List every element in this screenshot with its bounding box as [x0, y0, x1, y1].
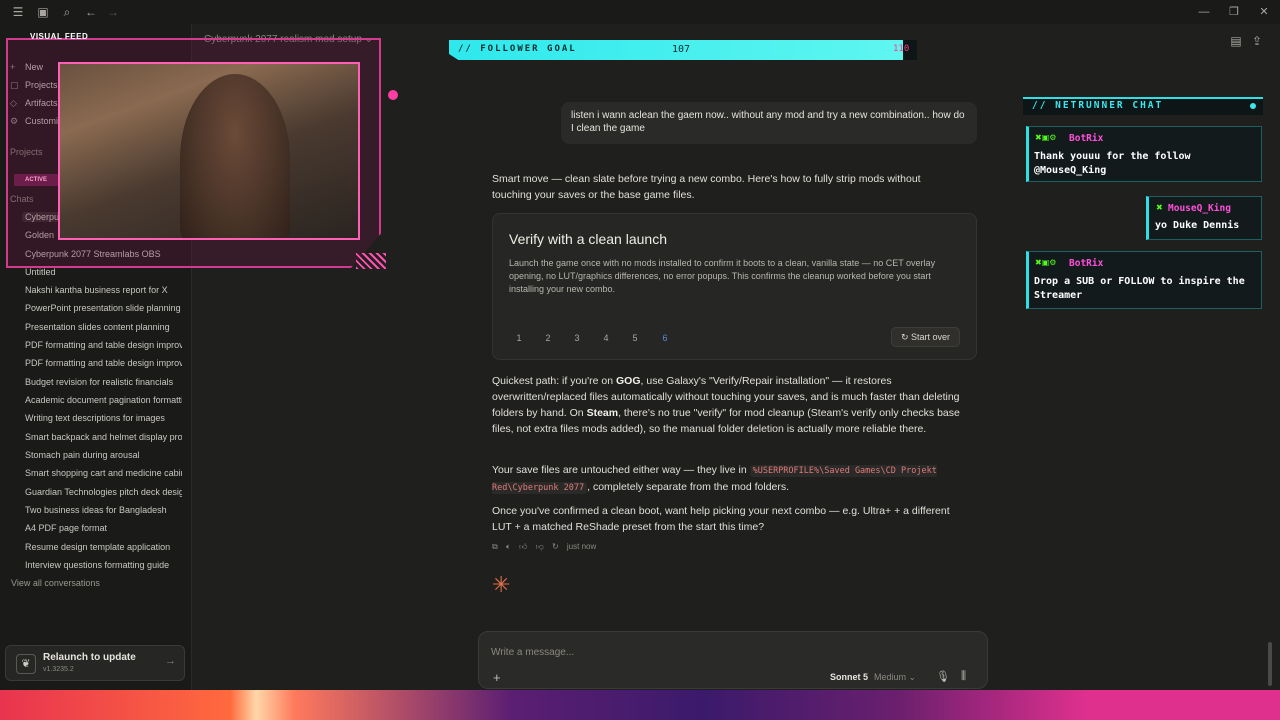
chat-item[interactable]: Academic document pagination formatting [25, 395, 182, 405]
chat-item[interactable]: PDF formatting and table design improvem… [25, 340, 182, 350]
para2-a: Your save files are untouched either way… [492, 464, 750, 476]
chat-item[interactable]: Smart backpack and helmet display protot… [25, 432, 182, 442]
para1-steam: Steam [586, 407, 619, 419]
follower-goal-count: 107 [672, 44, 691, 55]
model-selector[interactable]: Sonnet 5 [830, 672, 868, 682]
assistant-paragraph-3: Once you've confirmed a clean boot, want… [492, 505, 950, 533]
webcam-indicator-dot [388, 90, 398, 100]
chat-item[interactable]: A4 PDF page format [25, 523, 182, 533]
step-card-body: Launch the game once with no mods instal… [509, 258, 936, 294]
follower-goal-label: // FOLLOWER GOAL [458, 44, 577, 54]
claude-spark-icon: ✳ [492, 572, 511, 597]
webcam-status-badge: ACTIVE [14, 174, 58, 186]
follower-goal-target: 110 [893, 44, 910, 54]
assistant-intro: Smart move — clean slate before trying a… [492, 173, 921, 201]
user-message: listen i wann aclean the gaem now.. with… [561, 102, 977, 144]
chat-item[interactable]: Guardian Technologies pitch deck design [25, 487, 182, 497]
maximize-button[interactable]: ❐ [1224, 4, 1244, 20]
chat-message-text: Drop a SUB or FOLLOW to inspire the Stre… [1034, 276, 1245, 301]
sidebar-toggle-icon[interactable]: ▣ [36, 5, 50, 19]
webcam-feed [58, 62, 360, 240]
para2-b: , completely separate from the mod folde… [587, 481, 790, 493]
chat-item[interactable]: Nakshi kantha business report for X [25, 285, 182, 295]
refresh-icon: ↻ [900, 332, 912, 342]
copy-icon[interactable]: ⧉ [492, 542, 498, 551]
step-3-button[interactable]: 3 [570, 331, 584, 345]
message-composer: + Sonnet 5 Medium ⌄ 🎙︎ ⫼ [478, 631, 988, 689]
chevron-down-icon: ⌄ [908, 672, 917, 682]
chat-item[interactable]: Presentation slides content planning [25, 322, 182, 332]
leaf-icon: ❦ [16, 654, 36, 674]
chat-item[interactable]: Interview questions formatting guide [25, 560, 182, 570]
voice-mode-icon[interactable]: ⫼ [961, 670, 966, 683]
chat-message-text: Thank youuu for the follow @MouseQ_King [1034, 151, 1191, 176]
retry-icon[interactable]: ↻ [552, 542, 559, 551]
start-over-label: Start over [911, 332, 951, 342]
chat-item[interactable]: Budget revision for realistic financials [25, 377, 182, 387]
message-input[interactable] [491, 644, 961, 660]
chat-item[interactable]: Untitled [25, 267, 182, 277]
share-icon[interactable]: ⇪ [1250, 34, 1264, 48]
netrunner-chat-title: // NETRUNNER CHAT [1032, 100, 1164, 111]
kick-badge-icon: ✖▣⚙ [1035, 133, 1057, 142]
step-6-button[interactable]: 6 [658, 331, 672, 345]
thumbs-up-icon[interactable]: 👍︎ [519, 542, 527, 551]
kick-badge-icon: ✖ [1156, 203, 1163, 212]
start-over-button[interactable]: ↻ Start over [891, 327, 960, 347]
version-label: v1.3235.2 [43, 666, 74, 673]
effort-selector[interactable]: Medium ⌄ [874, 672, 916, 683]
assistant-paragraph-2: Your save files are untouched either way… [492, 462, 960, 496]
relaunch-update-button[interactable]: ❦ Relaunch to update v1.3235.2 → [5, 645, 185, 681]
chat-item[interactable]: Resume design template application [25, 542, 182, 552]
step-card-title: Verify with a clean launch [509, 231, 667, 247]
assistant-paragraph-1: Quickest path: if you're on GOG, use Gal… [492, 373, 960, 437]
back-arrow-icon[interactable]: ← [84, 5, 98, 19]
step-2-button[interactable]: 2 [541, 331, 555, 345]
step-1-button[interactable]: 1 [512, 331, 526, 345]
step-card: Verify with a clean launch Launch the ga… [492, 213, 977, 360]
microphone-icon[interactable]: 🎙︎ [936, 670, 950, 683]
relaunch-title: Relaunch to update [43, 652, 136, 663]
chat-username: BotRix [1069, 258, 1104, 269]
netrunner-status-dot [1250, 103, 1256, 109]
speaker-icon[interactable]: 🔈︎ [506, 542, 511, 551]
para1-a: Quickest path: if you're on [492, 375, 616, 387]
minimize-button[interactable]: — [1194, 4, 1214, 20]
title-bar: ☰ ▣ ⌕ ← → — ❐ ✕ [0, 0, 1280, 24]
chat-item[interactable]: Stomach pain during arousal [25, 450, 182, 460]
chat-username: MouseQ_King [1168, 203, 1231, 214]
para1-gog: GOG [616, 375, 641, 387]
chat-item[interactable]: Writing text descriptions for images [25, 413, 182, 423]
add-attachment-button[interactable]: + [493, 670, 501, 685]
chat-item[interactable]: Smart shopping cart and medicine cabinet [25, 468, 182, 478]
document-icon[interactable]: ▤ [1229, 34, 1243, 48]
webcam-hatch-decoration [356, 253, 386, 269]
step-4-button[interactable]: 4 [599, 331, 613, 345]
chat-item[interactable]: PowerPoint presentation slide planning [25, 303, 182, 313]
message-actions: ⧉ 🔈︎ 👍︎ 👎︎ ↻ just now [492, 542, 602, 552]
effort-label: Medium [874, 672, 907, 682]
thumbs-down-icon[interactable]: 👎︎ [536, 542, 544, 551]
stream-bottom-stripe [0, 690, 1280, 720]
chat-message-text: yo Duke Dennis [1155, 220, 1240, 231]
chat-item[interactable]: Two business ideas for Bangladesh [25, 505, 182, 515]
scrollbar[interactable] [1268, 642, 1272, 686]
timestamp: just now [566, 542, 597, 551]
view-all-conversations-link[interactable]: View all conversations [11, 578, 168, 588]
streamer-image [180, 74, 290, 238]
step-5-button[interactable]: 5 [628, 331, 642, 345]
chat-item[interactable]: PDF formatting and table design improvem… [25, 358, 182, 368]
app-window: ☰ ▣ ⌕ ← → — ❐ ✕ + New ▢ Projects ◇ Artif… [0, 0, 1280, 720]
menu-icon[interactable]: ☰ [11, 5, 25, 19]
close-button[interactable]: ✕ [1254, 4, 1274, 20]
search-icon[interactable]: ⌕ [60, 5, 74, 19]
chat-username: BotRix [1069, 133, 1104, 144]
kick-badge-icon: ✖▣⚙ [1035, 258, 1057, 267]
webcam-label: VISUAL FEED [30, 32, 89, 41]
forward-arrow-icon[interactable]: → [106, 5, 120, 19]
arrow-right-icon: → [165, 655, 176, 667]
